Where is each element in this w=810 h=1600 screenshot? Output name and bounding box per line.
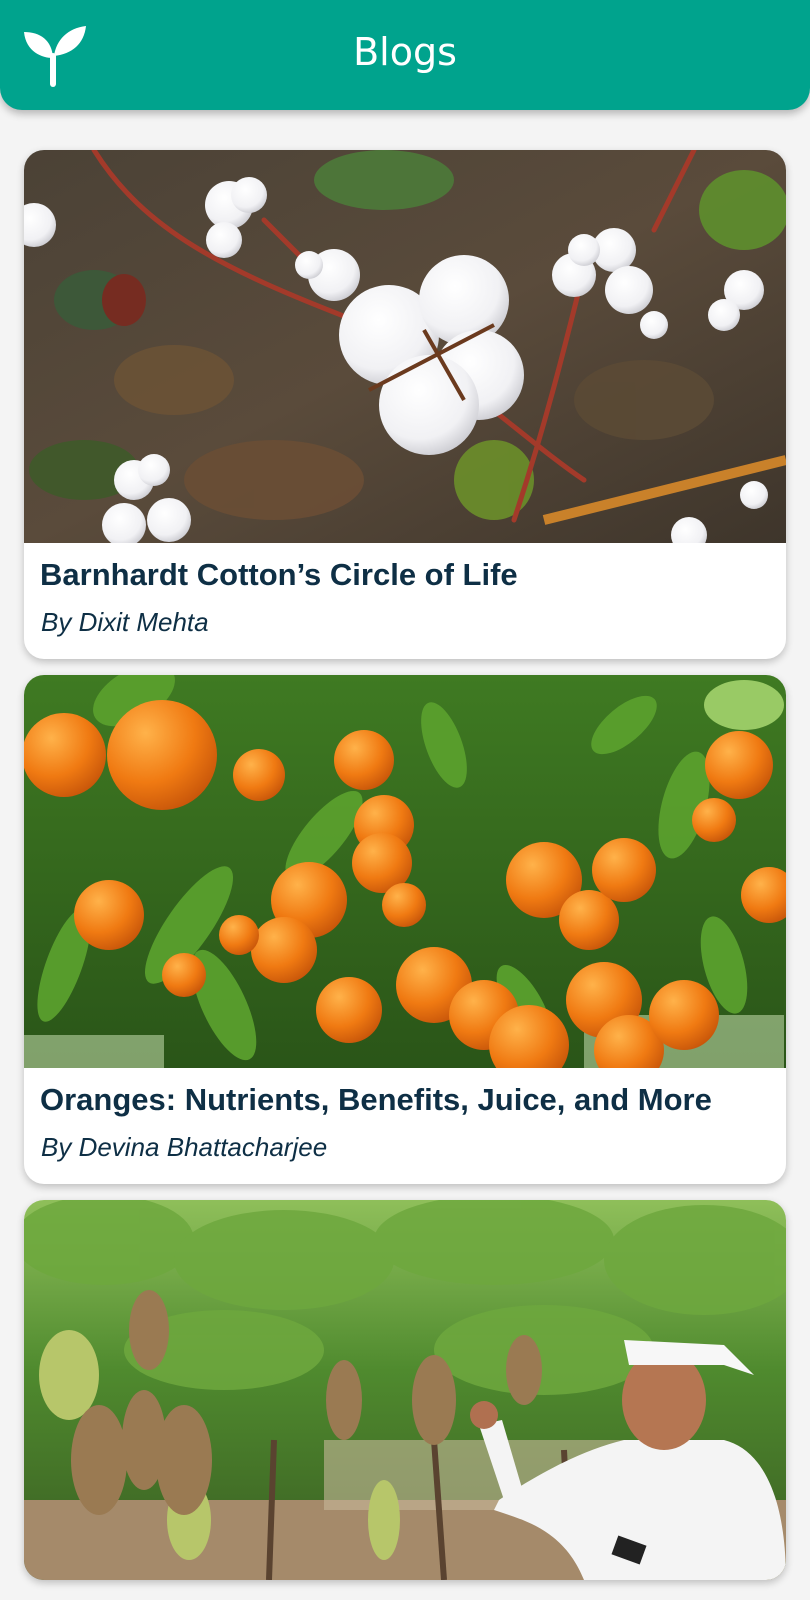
blog-author: By Dixit Mehta <box>41 607 209 637</box>
blog-list: Barnhardt Cotton’s Circle of Life By Dix… <box>24 150 786 1596</box>
blog-title: Barnhardt Cotton’s Circle of Life <box>40 557 518 592</box>
page-title: Blogs <box>353 30 457 74</box>
blog-cover-image-oranges <box>24 675 786 1068</box>
blog-card[interactable]: Barnhardt Cotton’s Circle of Life By Dix… <box>24 150 786 659</box>
blog-author: By Devina Bhattacharjee <box>41 1132 328 1162</box>
blog-card[interactable] <box>24 1200 786 1580</box>
app-bar: Blogs <box>0 0 810 110</box>
blog-cover-image-cotton <box>24 150 786 543</box>
blog-cover-image-grapes <box>24 1200 786 1580</box>
blog-title: Oranges: Nutrients, Benefits, Juice, and… <box>40 1082 712 1117</box>
blog-card[interactable]: Oranges: Nutrients, Benefits, Juice, and… <box>24 675 786 1184</box>
